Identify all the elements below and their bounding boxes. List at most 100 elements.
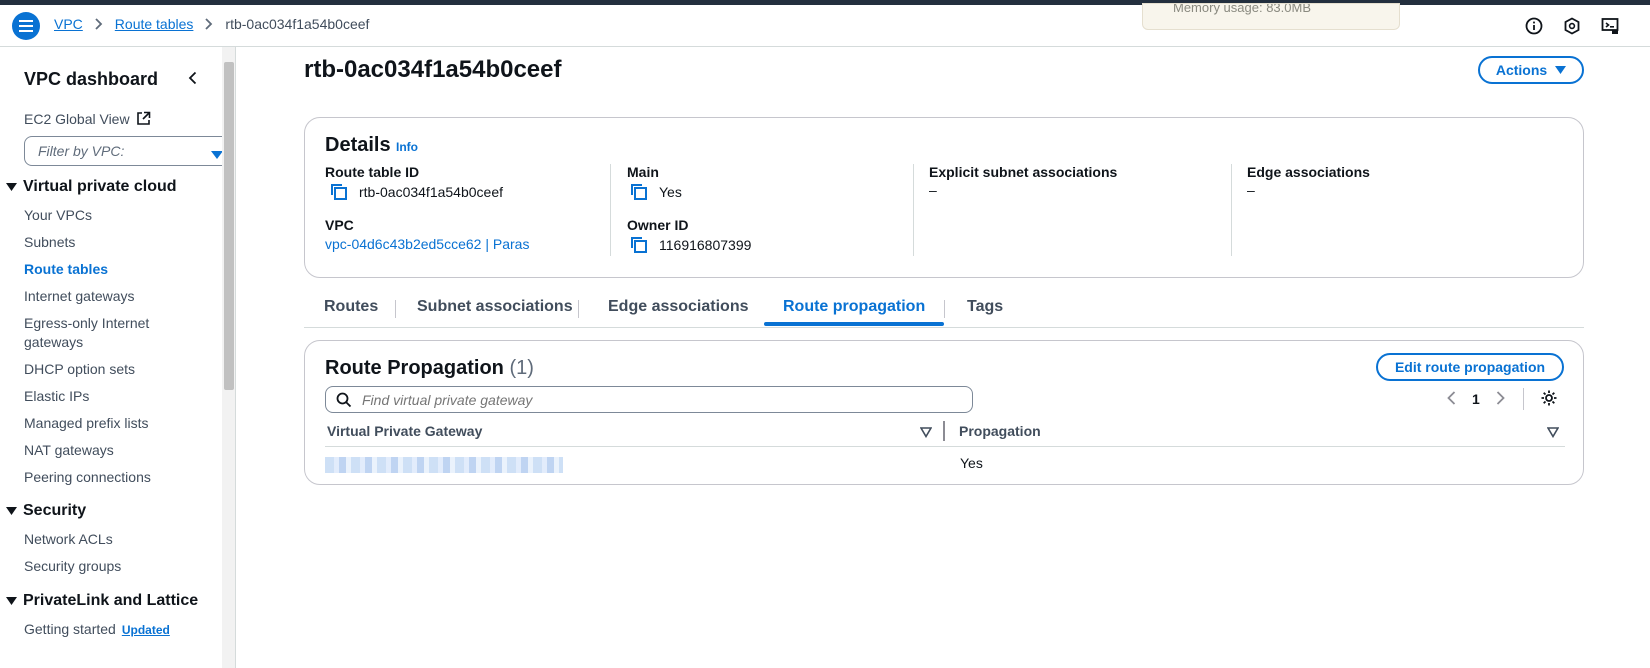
gateway-search-input[interactable] (362, 391, 922, 408)
tab-route-propagation[interactable]: Route propagation (783, 298, 925, 316)
hamburger-menu-button[interactable] (12, 12, 40, 40)
vpc-link[interactable]: vpc-04d6c43b2ed5cce62 | Paras (325, 236, 529, 252)
tab-tags[interactable]: Tags (967, 298, 1003, 316)
actions-button[interactable]: Actions (1478, 56, 1584, 84)
edge-associations-label: Edge associations (1247, 164, 1370, 180)
route-propagation-count: (1) (509, 357, 534, 379)
breadcrumb-current: rtb-0ac034f1a54b0ceef (225, 16, 370, 32)
tab-routes[interactable]: Routes (324, 298, 378, 316)
owner-id-text: 116916807399 (659, 237, 752, 253)
sidebar-item-security-groups[interactable]: Security groups (24, 558, 121, 574)
chevron-right-icon[interactable] (1496, 390, 1505, 408)
chevron-right-icon (205, 18, 213, 30)
propagation-cell: Yes (960, 455, 983, 471)
scrollbar-thumb[interactable] (224, 62, 234, 390)
divider (913, 164, 914, 256)
route-table-id-text: rtb-0ac034f1a54b0ceef (359, 184, 503, 200)
tab-separator (395, 300, 396, 318)
sidebar-title[interactable]: VPC dashboard (24, 69, 158, 90)
sidebar: VPC dashboard EC2 Global View Filter by … (0, 47, 236, 668)
feedback-icon[interactable] (1562, 16, 1582, 36)
sidebar-item-managed-prefix-lists[interactable]: Managed prefix lists (24, 415, 149, 431)
memory-usage-text: Memory usage: 83.0MB (1173, 3, 1312, 15)
sidebar-section-privatelink[interactable]: PrivateLink and Lattice (6, 592, 198, 610)
vpc-filter-placeholder: Filter by VPC: (38, 143, 125, 159)
header-icons (1524, 16, 1620, 36)
sidebar-item-your-vpcs[interactable]: Your VPCs (24, 207, 92, 223)
info-link[interactable]: Info (396, 140, 418, 154)
caret-down-icon (1555, 65, 1567, 74)
collapse-sidebar-icon[interactable] (184, 69, 202, 87)
memory-usage-notification: Memory usage: 83.0MB (1142, 3, 1400, 30)
external-link-icon (136, 111, 150, 125)
menu-icon (19, 20, 33, 32)
copy-icon[interactable] (329, 182, 349, 202)
sidebar-item-subnets[interactable]: Subnets (24, 234, 75, 250)
tab-separator (578, 300, 579, 318)
route-propagation-title: Route Propagation (1) (325, 357, 534, 380)
sidebar-item-ec2-global-view[interactable]: EC2 Global View (24, 111, 151, 127)
breadcrumb-route-tables[interactable]: Route tables (115, 16, 194, 32)
sidebar-section-security[interactable]: Security (6, 502, 86, 520)
explicit-subnet-label: Explicit subnet associations (929, 164, 1118, 180)
column-header-virtual-private-gateway[interactable]: Virtual Private Gateway (327, 423, 482, 439)
caret-down-icon (6, 596, 17, 606)
sidebar-item-egress-only-internet-gateways-line2[interactable]: gateways (24, 334, 83, 350)
route-propagation-heading: Route Propagation (325, 357, 504, 379)
sidebar-item-route-tables[interactable]: Route tables (24, 261, 108, 277)
chevron-left-icon[interactable] (1447, 390, 1456, 408)
page-title: rtb-0ac034f1a54b0ceef (304, 56, 562, 83)
updated-badge: Updated (121, 623, 170, 637)
chevron-right-icon (95, 18, 103, 30)
sidebar-item-egress-only-internet-gateways[interactable]: Egress-only Internet (24, 315, 149, 331)
details-col-1: Route table ID rtb-0ac034f1a54b0ceef VPC… (325, 164, 615, 256)
breadcrumb-vpc[interactable]: VPC (54, 16, 83, 32)
divider (1522, 388, 1524, 410)
redacted-gateway-link[interactable] (325, 457, 563, 473)
vpc-label: VPC (325, 217, 354, 233)
sidebar-item-dhcp-option-sets[interactable]: DHCP option sets (24, 361, 135, 377)
tab-edge-associations[interactable]: Edge associations (608, 298, 749, 316)
sidebar-item-elastic-ips[interactable]: Elastic IPs (24, 388, 89, 404)
sidebar-item-internet-gateways[interactable]: Internet gateways (24, 288, 135, 304)
details-heading: Details (325, 134, 391, 156)
page-number[interactable]: 1 (1472, 391, 1480, 407)
explicit-subnet-value: – (929, 182, 937, 198)
settings-icon[interactable] (1540, 389, 1558, 410)
column-resizer[interactable] (943, 421, 945, 441)
edit-route-propagation-button[interactable]: Edit route propagation (1376, 353, 1564, 381)
sidebar-section-title: PrivateLink and Lattice (23, 592, 199, 609)
edge-associations-value: – (1247, 182, 1255, 198)
owner-id-label: Owner ID (627, 217, 689, 233)
divider (1231, 164, 1232, 256)
tab-subnet-associations[interactable]: Subnet associations (417, 298, 573, 316)
info-icon[interactable] (1524, 16, 1544, 36)
main-text: Yes (659, 184, 682, 200)
sort-icon[interactable] (1546, 425, 1560, 443)
vpc-filter-select[interactable]: Filter by VPC: (24, 136, 230, 166)
route-table-id-label: Route table ID (325, 164, 420, 180)
route-table-id-value: rtb-0ac034f1a54b0ceef (329, 182, 503, 202)
vpc-value: vpc-04d6c43b2ed5cce62 | Paras (325, 236, 529, 252)
tab-bar: Routes Subnet associations Edge associat… (304, 298, 1584, 328)
sidebar-scrollbar[interactable] (222, 47, 235, 668)
owner-id-value: 116916807399 (629, 235, 751, 255)
sidebar-item-peering-connections[interactable]: Peering connections (24, 469, 151, 485)
column-header-propagation[interactable]: Propagation (959, 423, 1041, 439)
main-label: Main (627, 164, 659, 180)
sort-icon[interactable] (919, 425, 933, 443)
sidebar-section-title: Virtual private cloud (23, 178, 177, 195)
copy-icon[interactable] (629, 235, 649, 255)
sidebar-item-getting-started[interactable]: Getting started Updated (24, 621, 170, 637)
caret-down-icon (6, 506, 17, 516)
copy-icon[interactable] (629, 182, 649, 202)
sidebar-item-network-acls[interactable]: Network ACLs (24, 531, 113, 547)
details-col-2: Main Yes Owner ID 116916807399 (627, 164, 917, 256)
breadcrumb-bar: VPC Route tables rtb-0ac034f1a54b0ceef M… (0, 3, 1650, 47)
sidebar-item-nat-gateways[interactable]: NAT gateways (24, 442, 114, 458)
gateway-search (325, 386, 973, 413)
search-icon (336, 392, 352, 407)
cloudshell-icon[interactable] (1600, 16, 1620, 36)
sidebar-section-vpc[interactable]: Virtual private cloud (6, 178, 177, 196)
details-col-3: Explicit subnet associations – (929, 164, 1219, 256)
